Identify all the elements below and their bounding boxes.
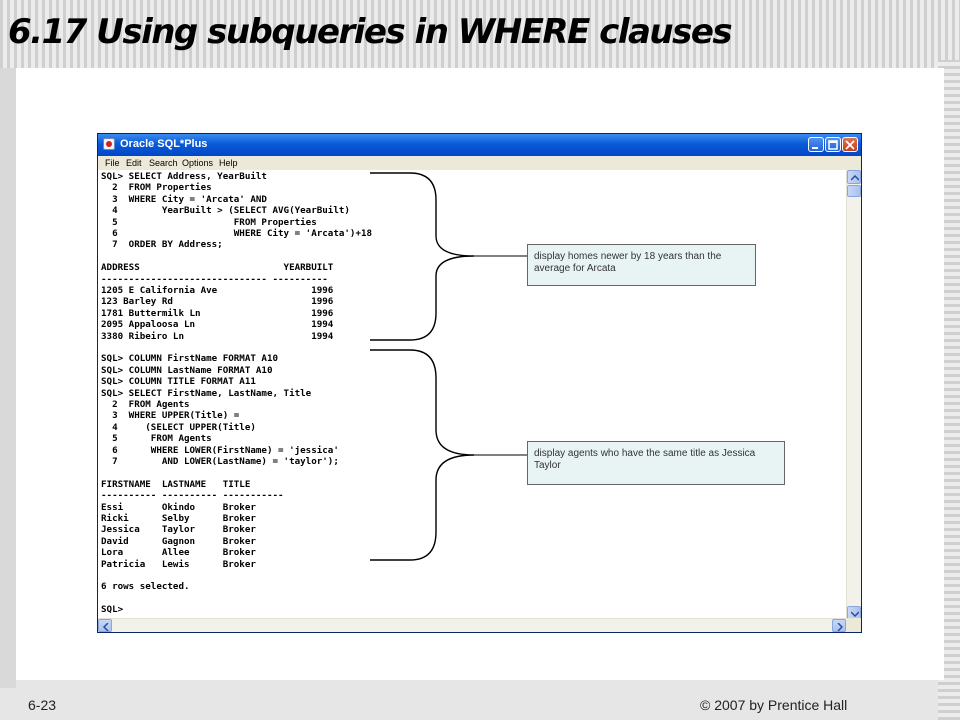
copyright-footer: © 2007 by Prentice Hall bbox=[700, 697, 848, 713]
annotation-braces bbox=[370, 172, 527, 561]
callout-same-title-agents: display agents who have the same title a… bbox=[527, 441, 785, 485]
brace-second-query bbox=[370, 349, 475, 561]
brace-first-query bbox=[370, 172, 475, 341]
slide-number: 6-23 bbox=[28, 697, 57, 713]
callout-homes-newer: display homes newer by 18 years than the… bbox=[527, 244, 756, 286]
